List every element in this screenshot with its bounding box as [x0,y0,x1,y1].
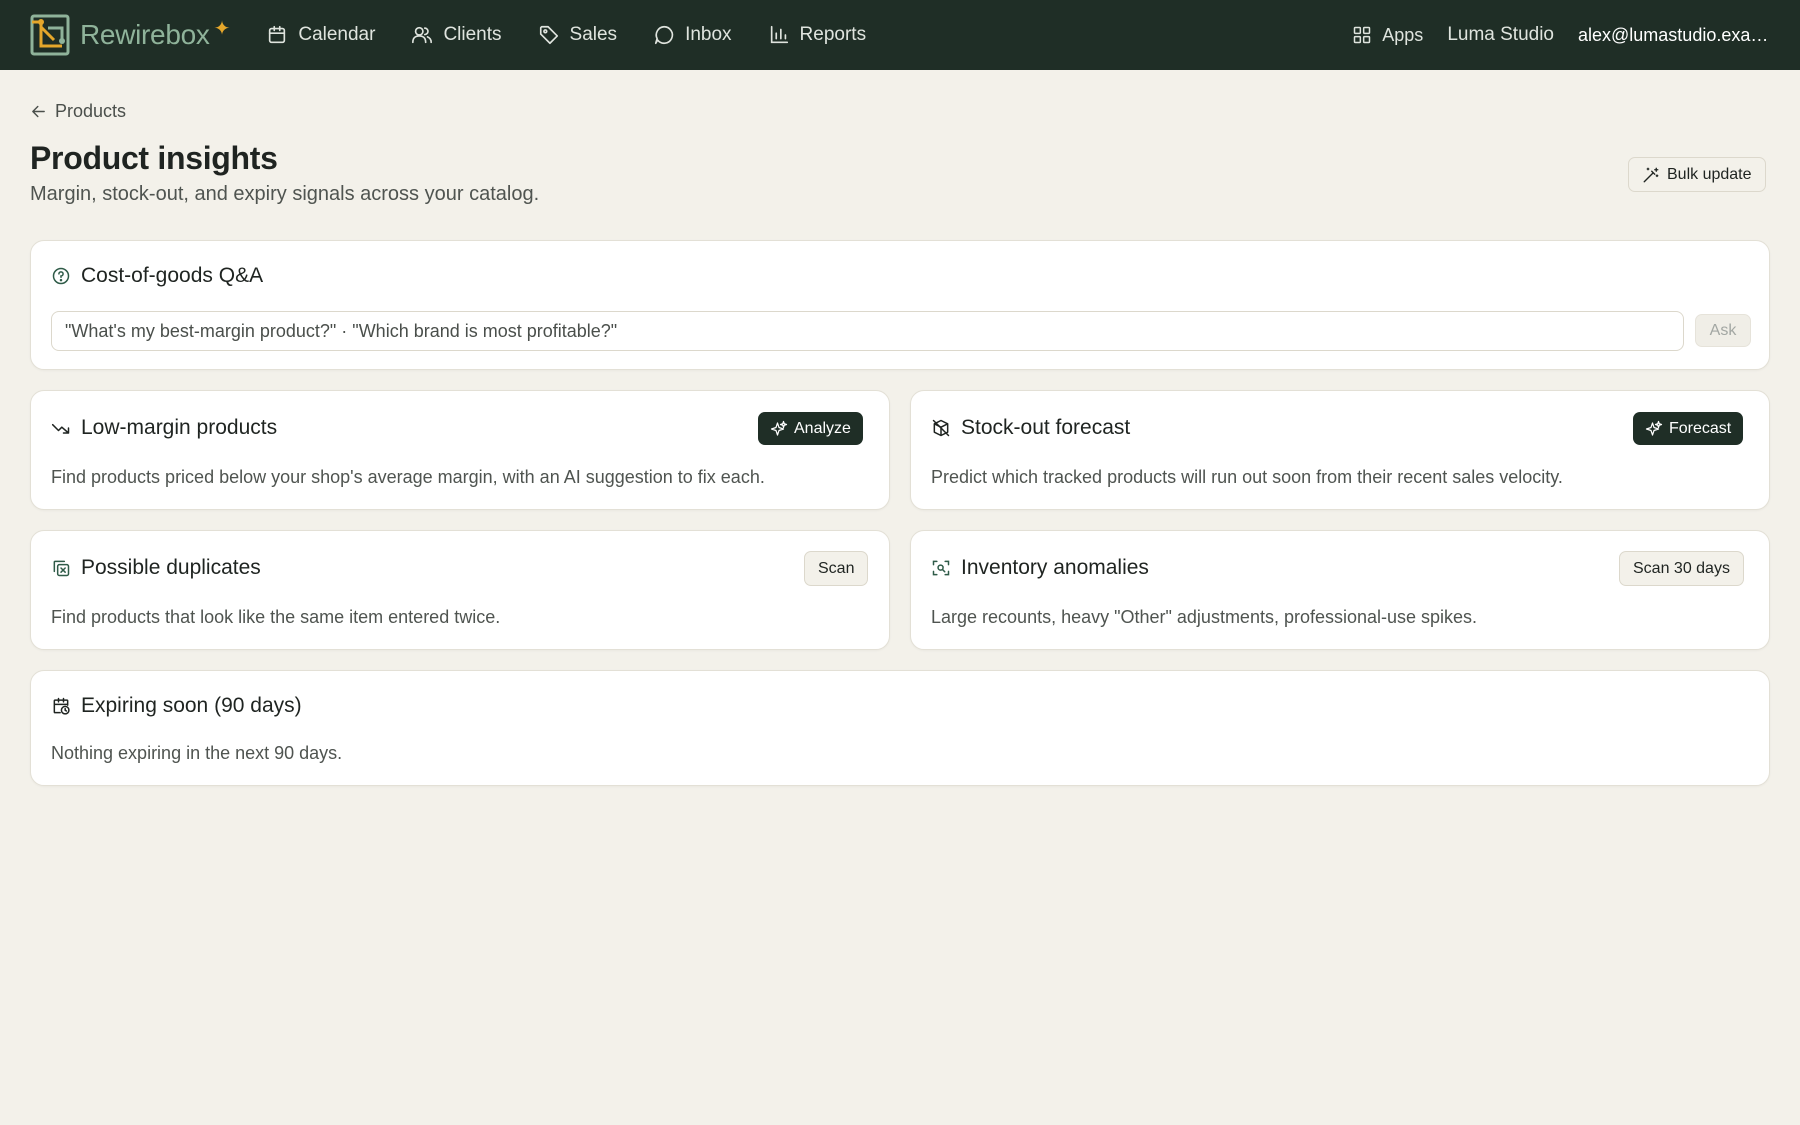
nav-label: Clients [443,24,502,45]
user-email[interactable]: alex@lumastudio.example.com [1578,25,1770,46]
magic-wand-icon [1643,167,1659,182]
cogs-qa-card: Cost-of-goods Q&A "What's my best-margin… [30,240,1770,370]
card-description: Find products that look like the same it… [51,607,501,627]
nav-label: Sales [569,24,618,45]
card-title-text: Possible duplicates [81,556,261,579]
expiring-soon-card: Expiring soon (90 days) Nothing expiring… [30,670,1770,786]
apps-label: Apps [1382,24,1424,45]
card-title-text: Expiring soon (90 days) [81,694,302,717]
button-label: Analyze [794,419,851,437]
duplicates-card: Possible duplicates Scan Find products t… [30,530,890,650]
card-title: Low-margin products [51,416,277,440]
cogs-question-input[interactable]: "What's my best-margin product?" · "Whic… [51,311,1684,351]
card-description: Predict which tracked products will run … [931,467,1563,487]
card-title-text: Cost-of-goods Q&A [81,264,264,287]
nav-item-inbox[interactable]: Inbox [653,24,732,46]
card-title: Stock-out forecast [931,416,1130,440]
card-title: Expiring soon (90 days) [51,694,302,718]
scan-button[interactable]: Scan [804,551,869,586]
sparkle-icon: ✦ [213,17,231,40]
card-title: Possible duplicates [51,556,261,580]
button-label: Forecast [1669,419,1732,437]
grid-icon [1354,26,1371,44]
scan-search-icon [932,560,950,576]
sparkles-icon [1645,420,1663,436]
users-icon [412,26,433,44]
card-title: Inventory anomalies [931,556,1149,580]
trending-down-icon [51,423,70,434]
calendar-icon [269,25,286,44]
brand-mark-icon [30,14,70,56]
inventory-anomalies-card: Inventory anomalies Scan 30 days Large r… [910,530,1770,650]
card-description: Find products priced below your shop's a… [51,467,765,487]
stockout-forecast-card: Stock-out forecast Forecast Predict whic… [910,390,1770,510]
account-area: Apps Luma Studio alex@lumastudio.example… [1352,24,1770,46]
back-to-products-link[interactable]: Products [30,101,126,122]
tag-icon [539,25,558,45]
chat-bubble-icon [654,25,674,45]
bulk-update-label: Bulk update [1667,165,1752,183]
arrow-left-icon [32,105,45,118]
card-title-text: Inventory anomalies [961,556,1149,579]
scan-30-days-button[interactable]: Scan 30 days [1619,551,1744,586]
top-navigation-bar: Rewirebox ✦ Calendar Clients Sales Inbox… [0,0,1800,70]
question-circle-icon [52,267,70,285]
card-title-text: Low-margin products [81,416,278,439]
brand-name: Rewirebox [80,19,210,50]
nav-label: Inbox [685,24,732,45]
page-subtitle: Margin, stock-out, and expiry signals ac… [30,183,540,205]
sparkles-icon [770,420,788,436]
back-label: Products [55,101,127,121]
package-icon [932,419,950,437]
card-description: Nothing expiring in the next 90 days. [51,743,343,763]
brand-logo[interactable]: Rewirebox ✦ [30,13,230,57]
card-description: Large recounts, heavy "Other" adjustment… [931,607,1478,627]
nav-item-clients[interactable]: Clients [411,24,502,46]
card-title: Cost-of-goods Q&A [51,264,263,288]
input-placeholder: "What's my best-margin product?" · "Whic… [65,320,618,341]
studio-switcher[interactable]: Luma Studio [1447,24,1554,46]
ask-button[interactable]: Ask [1695,314,1751,347]
bulk-update-button[interactable]: Bulk update [1628,157,1766,192]
page-title: Product insights [30,140,278,176]
nav-item-reports[interactable]: Reports [768,24,867,46]
copy-x-icon [53,560,70,577]
main-nav: Calendar Clients Sales Inbox Reports [266,24,866,46]
nav-label: Reports [799,24,867,45]
analyze-button[interactable]: Analyze [758,412,863,445]
nav-label: Calendar [298,24,376,45]
calendar-clock-icon [53,697,70,715]
low-margin-card: Low-margin products Analyze Find product… [30,390,890,510]
forecast-button[interactable]: Forecast [1633,412,1744,445]
card-title-text: Stock-out forecast [961,416,1131,439]
nav-item-calendar[interactable]: Calendar [266,24,375,46]
apps-button[interactable]: Apps [1352,25,1423,46]
bar-chart-icon [770,25,788,44]
nav-item-sales[interactable]: Sales [538,24,618,46]
